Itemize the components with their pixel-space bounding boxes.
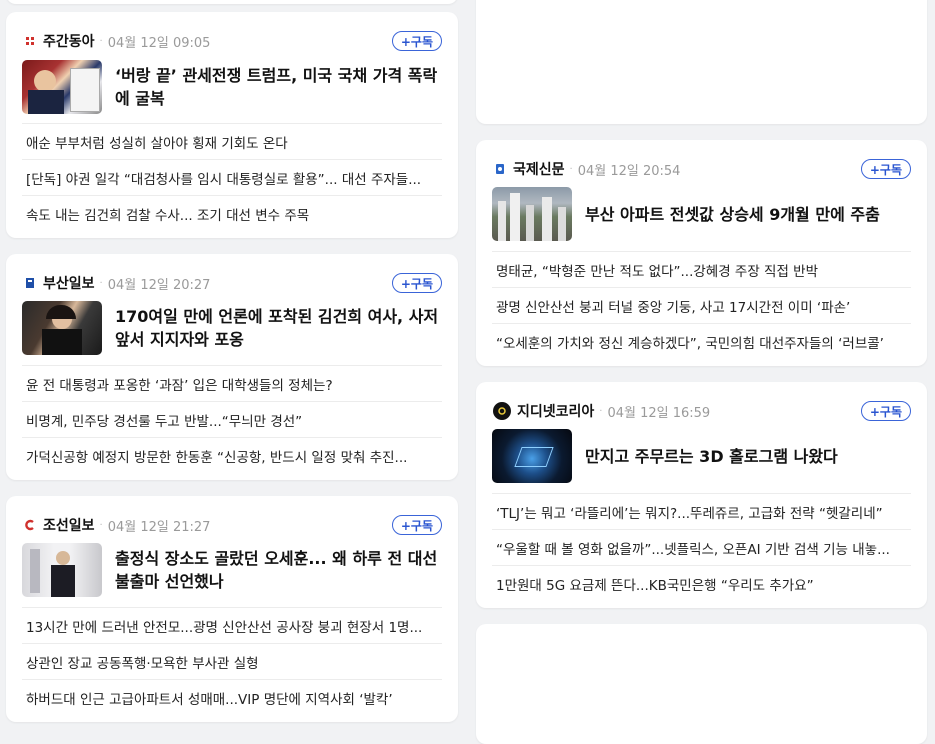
list-item[interactable]: 비명계, 민주당 경선룰 두고 반발...“무늬만 경선” xyxy=(22,401,442,437)
list-item[interactable]: 가덕신공항 예정지 방문한 한동훈 “신공항, 반드시 일정 맞춰 추진... xyxy=(22,437,442,473)
list-item[interactable]: 애순 부부처럼 성실히 살아야 횡재 기회도 온다 xyxy=(22,123,442,159)
subscribe-button[interactable]: +구독 xyxy=(391,273,442,293)
headline-article[interactable]: 부산 아파트 전셋값 상승세 9개월 만에 주춤 xyxy=(492,187,911,241)
headline-article[interactable]: ‘버랑 끝’ 관세전쟁 트럼프, 미국 국채 가격 폭락에 굴복 xyxy=(22,60,442,114)
list-item-title[interactable]: 광명 신안산선 붕괴 터널 중앙 기둥, 사고 17시간전 이미 ‘파손’ xyxy=(496,296,850,316)
list-item-title[interactable]: “오세훈의 가치와 정신 계승하겠다”, 국민의힘 대선주자들의 ‘러브콜’ xyxy=(496,332,884,352)
press-name[interactable]: 조선일보 xyxy=(43,515,95,535)
card-header: 지디넷코리아 · 04월 12일 16:59 +구독 xyxy=(493,400,911,422)
weekly-donga-logo-icon xyxy=(23,34,37,48)
list-item[interactable]: [단독] 야권 일각 “대검청사를 임시 대통령실로 활용”... 대선 주자들… xyxy=(22,159,442,195)
list-item-title[interactable]: 1만원대 5G 요금제 뜬다...KB국민은행 “우리도 추가요” xyxy=(496,574,814,594)
press-date: 04월 12일 21:27 xyxy=(107,519,211,535)
list-item[interactable]: 13시간 만에 드러낸 안전모...광명 신안산선 공사장 붕괴 현장서 1명.… xyxy=(22,607,442,643)
press-name[interactable]: 부산일보 xyxy=(43,273,95,293)
headline-article[interactable]: 170여일 만에 언론에 포착된 김건희 여사, 사저 앞서 지지자와 포옹 xyxy=(22,301,442,355)
card-header: 주간동아 · 04월 12일 09:05 +구독 xyxy=(23,30,442,52)
press-name[interactable]: 국제신문 xyxy=(513,159,565,179)
news-card-zdnet: 지디넷코리아 · 04월 12일 16:59 +구독 만지고 주무르는 3D 홀… xyxy=(476,382,927,608)
headline-thumbnail[interactable] xyxy=(492,187,572,241)
list-item[interactable]: 광명 신안산선 붕괴 터널 중앙 기둥, 사고 17시간전 이미 ‘파손’ xyxy=(492,287,911,323)
placeholder-card-top xyxy=(476,0,927,124)
press-name[interactable]: 지디넷코리아 xyxy=(517,401,594,421)
subscribe-button[interactable]: +구독 xyxy=(860,159,911,179)
news-card-weekly-donga: 주간동아 · 04월 12일 09:05 +구독 ‘버랑 끝’ 관세전쟁 트럼프… xyxy=(6,12,458,238)
previous-card-edge xyxy=(6,0,458,4)
list-item-title[interactable]: “우울할 때 볼 영화 없을까”...넷플릭스, 오픈AI 기반 검색 기능 내… xyxy=(496,538,890,558)
press-date: 04월 12일 16:59 xyxy=(607,405,711,421)
headline-thumbnail[interactable] xyxy=(22,301,102,355)
card-header: 국제신문 · 04월 12일 20:54 +구독 xyxy=(493,158,911,180)
subscribe-button[interactable]: +구독 xyxy=(391,31,442,51)
chosun-ilbo-logo-icon xyxy=(23,518,37,532)
news-card-busan-ilbo: 부산일보 · 04월 12일 20:27 +구독 170여일 만에 언론에 포착… xyxy=(6,254,458,480)
news-card-kookje: 국제신문 · 04월 12일 20:54 +구독 부산 아파트 전셋값 상승세 … xyxy=(476,140,927,366)
list-item-title[interactable]: 애순 부부처럼 성실히 살아야 횡재 기회도 온다 xyxy=(26,132,288,152)
headline-title[interactable]: 170여일 만에 언론에 포착된 김건희 여사, 사저 앞서 지지자와 포옹 xyxy=(115,305,442,351)
kookje-logo-icon xyxy=(493,162,507,176)
press-date: 04월 12일 20:54 xyxy=(577,163,681,179)
separator-dot: · xyxy=(599,405,603,417)
headline-title[interactable]: 만지고 주무르는 3D 홀로그램 나왔다 xyxy=(585,445,838,468)
list-item[interactable]: 1만원대 5G 요금제 뜬다...KB국민은행 “우리도 추가요” xyxy=(492,565,911,601)
headline-thumbnail[interactable] xyxy=(492,429,572,483)
headline-title[interactable]: 부산 아파트 전셋값 상승세 9개월 만에 주춤 xyxy=(585,203,880,226)
news-card-chosun-ilbo: 조선일보 · 04월 12일 21:27 +구독 출정식 장소도 골랐던 오세훈… xyxy=(6,496,458,722)
list-item-title[interactable]: 명태균, “박형준 만난 적도 없다”...강혜경 주장 직접 반박 xyxy=(496,260,818,280)
list-item-title[interactable]: 상관인 장교 공동폭행·모욕한 부사관 실형 xyxy=(26,652,259,672)
list-item[interactable]: 명태균, “박형준 만난 적도 없다”...강혜경 주장 직접 반박 xyxy=(492,251,911,287)
list-item-title[interactable]: 가덕신공항 예정지 방문한 한동훈 “신공항, 반드시 일정 맞춰 추진... xyxy=(26,446,407,466)
list-item[interactable]: “오세훈의 가치와 정신 계승하겠다”, 국민의힘 대선주자들의 ‘러브콜’ xyxy=(492,323,911,359)
headline-title[interactable]: ‘버랑 끝’ 관세전쟁 트럼프, 미국 국채 가격 폭락에 굴복 xyxy=(115,64,442,110)
list-item-title[interactable]: [단독] 야권 일각 “대검청사를 임시 대통령실로 활용”... 대선 주자들… xyxy=(26,168,421,188)
separator-dot: · xyxy=(99,277,103,289)
press-date: 04월 12일 20:27 xyxy=(107,277,211,293)
subscribe-button[interactable]: +구독 xyxy=(860,401,911,421)
list-item-title[interactable]: 하버드대 인근 고급아파트서 성매매...VIP 명단에 지역사회 ‘발칵’ xyxy=(26,688,393,708)
zdnet-logo-icon xyxy=(493,402,511,420)
press-name[interactable]: 주간동아 xyxy=(43,31,95,51)
list-item[interactable]: “우울할 때 볼 영화 없을까”...넷플릭스, 오픈AI 기반 검색 기능 내… xyxy=(492,529,911,565)
card-header: 조선일보 · 04월 12일 21:27 +구독 xyxy=(23,514,442,536)
list-item[interactable]: ‘TLJ’는 뭐고 ‘라뜰리에’는 뭐지?...뚜레쥬르, 고급화 전략 “헷갈… xyxy=(492,493,911,529)
headline-thumbnail[interactable] xyxy=(22,60,102,114)
list-item-title[interactable]: 속도 내는 김건희 검찰 수사... 조기 대선 변수 주목 xyxy=(26,204,309,224)
card-header: 부산일보 · 04월 12일 20:27 +구독 xyxy=(23,272,442,294)
separator-dot: · xyxy=(99,35,103,47)
separator-dot: · xyxy=(99,519,103,531)
busan-ilbo-logo-icon xyxy=(23,276,37,290)
subscribe-button[interactable]: +구독 xyxy=(391,515,442,535)
list-item[interactable]: 상관인 장교 공동폭행·모욕한 부사관 실형 xyxy=(22,643,442,679)
list-item[interactable]: 속도 내는 김건희 검찰 수사... 조기 대선 변수 주목 xyxy=(22,195,442,231)
headline-thumbnail[interactable] xyxy=(22,543,102,597)
headline-article[interactable]: 만지고 주무르는 3D 홀로그램 나왔다 xyxy=(492,429,911,483)
list-item-title[interactable]: ‘TLJ’는 뭐고 ‘라뜰리에’는 뭐지?...뚜레쥬르, 고급화 전략 “헷갈… xyxy=(496,502,883,522)
press-date: 04월 12일 09:05 xyxy=(107,35,211,51)
list-item[interactable]: 하버드대 인근 고급아파트서 성매매...VIP 명단에 지역사회 ‘발칵’ xyxy=(22,679,442,715)
list-item-title[interactable]: 윤 전 대통령과 포옹한 ‘과잠’ 입은 대학생들의 정체는? xyxy=(26,374,333,394)
separator-dot: · xyxy=(569,163,573,175)
list-item[interactable]: 윤 전 대통령과 포옹한 ‘과잠’ 입은 대학생들의 정체는? xyxy=(22,365,442,401)
list-item-title[interactable]: 13시간 만에 드러낸 안전모...광명 신안산선 공사장 붕괴 현장서 1명.… xyxy=(26,616,422,636)
headline-article[interactable]: 출정식 장소도 골랐던 오세훈... 왜 하루 전 대선 불출마 선언했나 xyxy=(22,543,442,597)
list-item-title[interactable]: 비명계, 민주당 경선룰 두고 반발...“무늬만 경선” xyxy=(26,410,302,430)
headline-title[interactable]: 출정식 장소도 골랐던 오세훈... 왜 하루 전 대선 불출마 선언했나 xyxy=(115,547,442,593)
placeholder-card-bottom xyxy=(476,624,927,744)
